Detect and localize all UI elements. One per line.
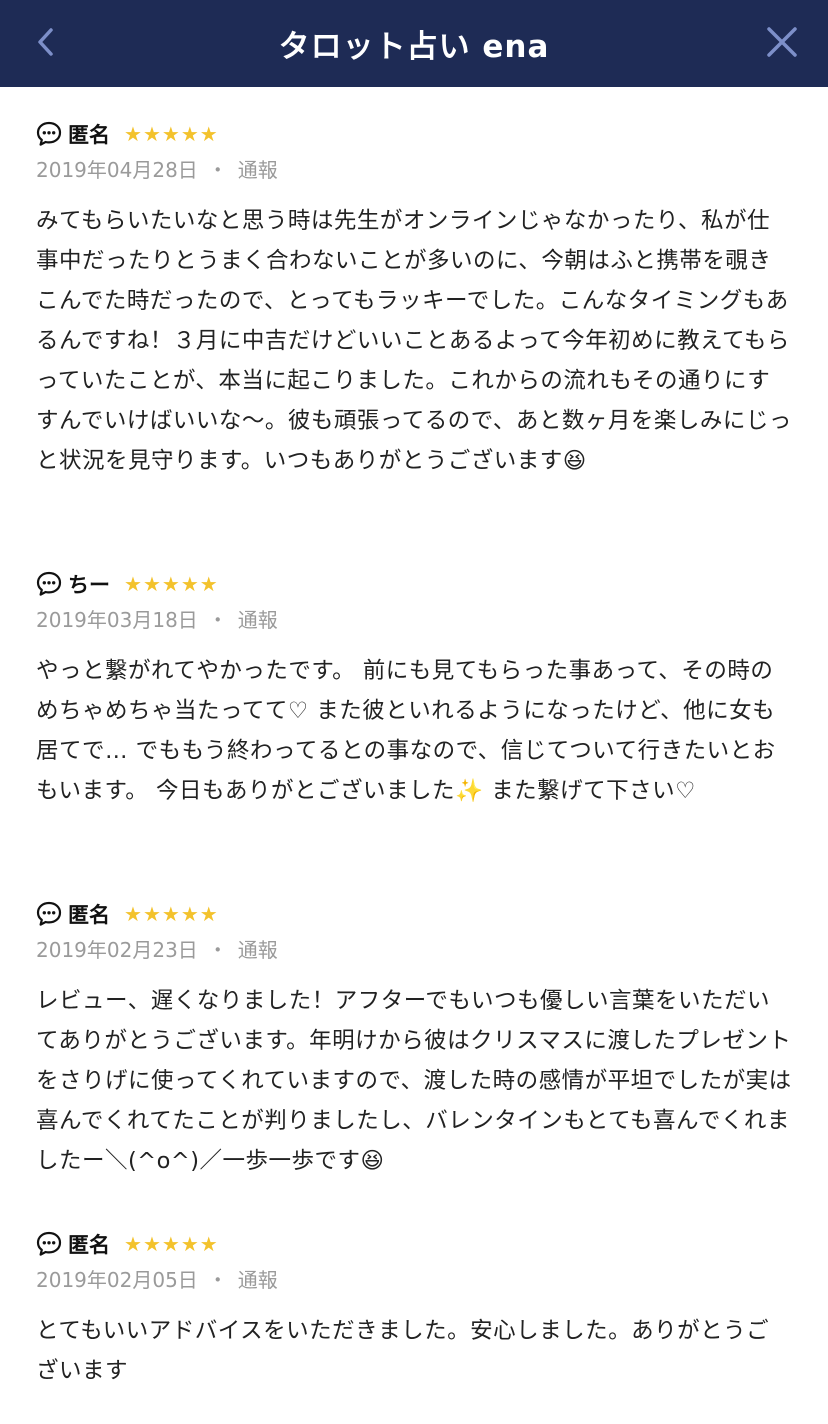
meta-separator: ・ <box>207 607 228 632</box>
close-button[interactable] <box>762 22 802 62</box>
review-meta: 2019年02月05日 ・ 通報 <box>36 1263 792 1293</box>
star-rating: ★ ★ ★ ★ ★ <box>124 904 218 924</box>
star-icon: ★ <box>199 1232 218 1256</box>
review-date: 2019年02月05日 <box>36 1267 198 1292</box>
review-author: ちー <box>68 573 110 597</box>
speech-bubble-icon <box>36 1231 62 1257</box>
star-icon: ★ <box>124 122 142 146</box>
app-header: タロット占い ena <box>0 0 828 87</box>
star-icon: ★ <box>161 1232 180 1256</box>
review-header: 匿名 ★ ★ ★ ★ ★ <box>36 1227 792 1261</box>
review-header: ちー ★ ★ ★ ★ ★ <box>36 567 792 601</box>
speech-bubble-icon <box>36 901 62 927</box>
review-meta: 2019年04月28日 ・ 通報 <box>36 153 792 183</box>
star-icon: ★ <box>180 1232 199 1256</box>
star-icon: ★ <box>199 902 218 926</box>
review-header: 匿名 ★ ★ ★ ★ ★ <box>36 897 792 931</box>
review-text: みてもらいたいなと思う時は先生がオンラインじゃなかったり、私が仕事中だったりとう… <box>36 208 792 474</box>
star-rating: ★ ★ ★ ★ ★ <box>124 124 218 144</box>
star-rating: ★ ★ ★ ★ ★ <box>124 1234 218 1254</box>
report-link[interactable]: 通報 <box>238 1264 278 1293</box>
review-item: ちー ★ ★ ★ ★ ★ 2019年03月18日 ・ 通報 やっと繋がれてやかったです。… <box>36 567 792 811</box>
back-button[interactable] <box>26 22 66 62</box>
review-date: 2019年03月18日 <box>36 607 198 632</box>
review-text: やっと繋がれてやかったです。 前にも見てもらった事あって、その時のめちゃめちゃ当… <box>36 658 776 804</box>
star-icon: ★ <box>142 902 161 926</box>
review-meta: 2019年03月18日 ・ 通報 <box>36 603 792 633</box>
review-meta: 2019年02月23日 ・ 通報 <box>36 933 792 963</box>
star-icon: ★ <box>142 572 161 596</box>
review-date: 2019年02月23日 <box>36 937 198 962</box>
meta-separator: ・ <box>207 157 228 182</box>
report-link[interactable]: 通報 <box>238 154 278 183</box>
star-icon: ★ <box>161 122 180 146</box>
review-author: 匿名 <box>68 123 110 147</box>
star-rating: ★ ★ ★ ★ ★ <box>124 574 218 594</box>
star-icon: ★ <box>180 572 199 596</box>
speech-bubble-icon <box>36 121 62 147</box>
star-icon: ★ <box>142 122 161 146</box>
star-icon: ★ <box>161 902 180 926</box>
review-text: レビュー、遅くなりました！アフターでもいつも優しい言葉をいただいてありがとうござ… <box>36 988 792 1174</box>
star-icon: ★ <box>199 572 218 596</box>
review-author: 匿名 <box>68 1233 110 1257</box>
review-author: 匿名 <box>68 903 110 927</box>
speech-bubble-icon <box>36 571 62 597</box>
review-header: 匿名 ★ ★ ★ ★ ★ <box>36 117 792 151</box>
meta-separator: ・ <box>207 937 228 962</box>
close-icon <box>767 27 797 57</box>
review-date: 2019年04月28日 <box>36 157 198 182</box>
star-icon: ★ <box>124 1232 142 1256</box>
star-icon: ★ <box>180 902 199 926</box>
report-link[interactable]: 通報 <box>238 934 278 963</box>
star-icon: ★ <box>199 122 218 146</box>
star-icon: ★ <box>161 572 180 596</box>
review-item: 匿名 ★ ★ ★ ★ ★ 2019年02月23日 ・ 通報 レビュー、遅くなりました！ア… <box>36 897 792 1181</box>
chevron-left-icon <box>38 28 53 56</box>
star-icon: ★ <box>124 902 142 926</box>
review-item: 匿名 ★ ★ ★ ★ ★ 2019年04月28日 ・ 通報 みてもらいたいなと思う時は先… <box>36 117 792 481</box>
star-icon: ★ <box>142 1232 161 1256</box>
review-text: とてもいいアドバイスをいただきました。安心しました。ありがとうございます <box>36 1318 770 1384</box>
review-item: 匿名 ★ ★ ★ ★ ★ 2019年02月05日 ・ 通報 とてもいいアドバイスをいただ… <box>36 1227 792 1391</box>
report-link[interactable]: 通報 <box>238 604 278 633</box>
page-title: タロット占い ena <box>278 29 550 65</box>
meta-separator: ・ <box>207 1267 228 1292</box>
star-icon: ★ <box>124 572 142 596</box>
star-icon: ★ <box>180 122 199 146</box>
